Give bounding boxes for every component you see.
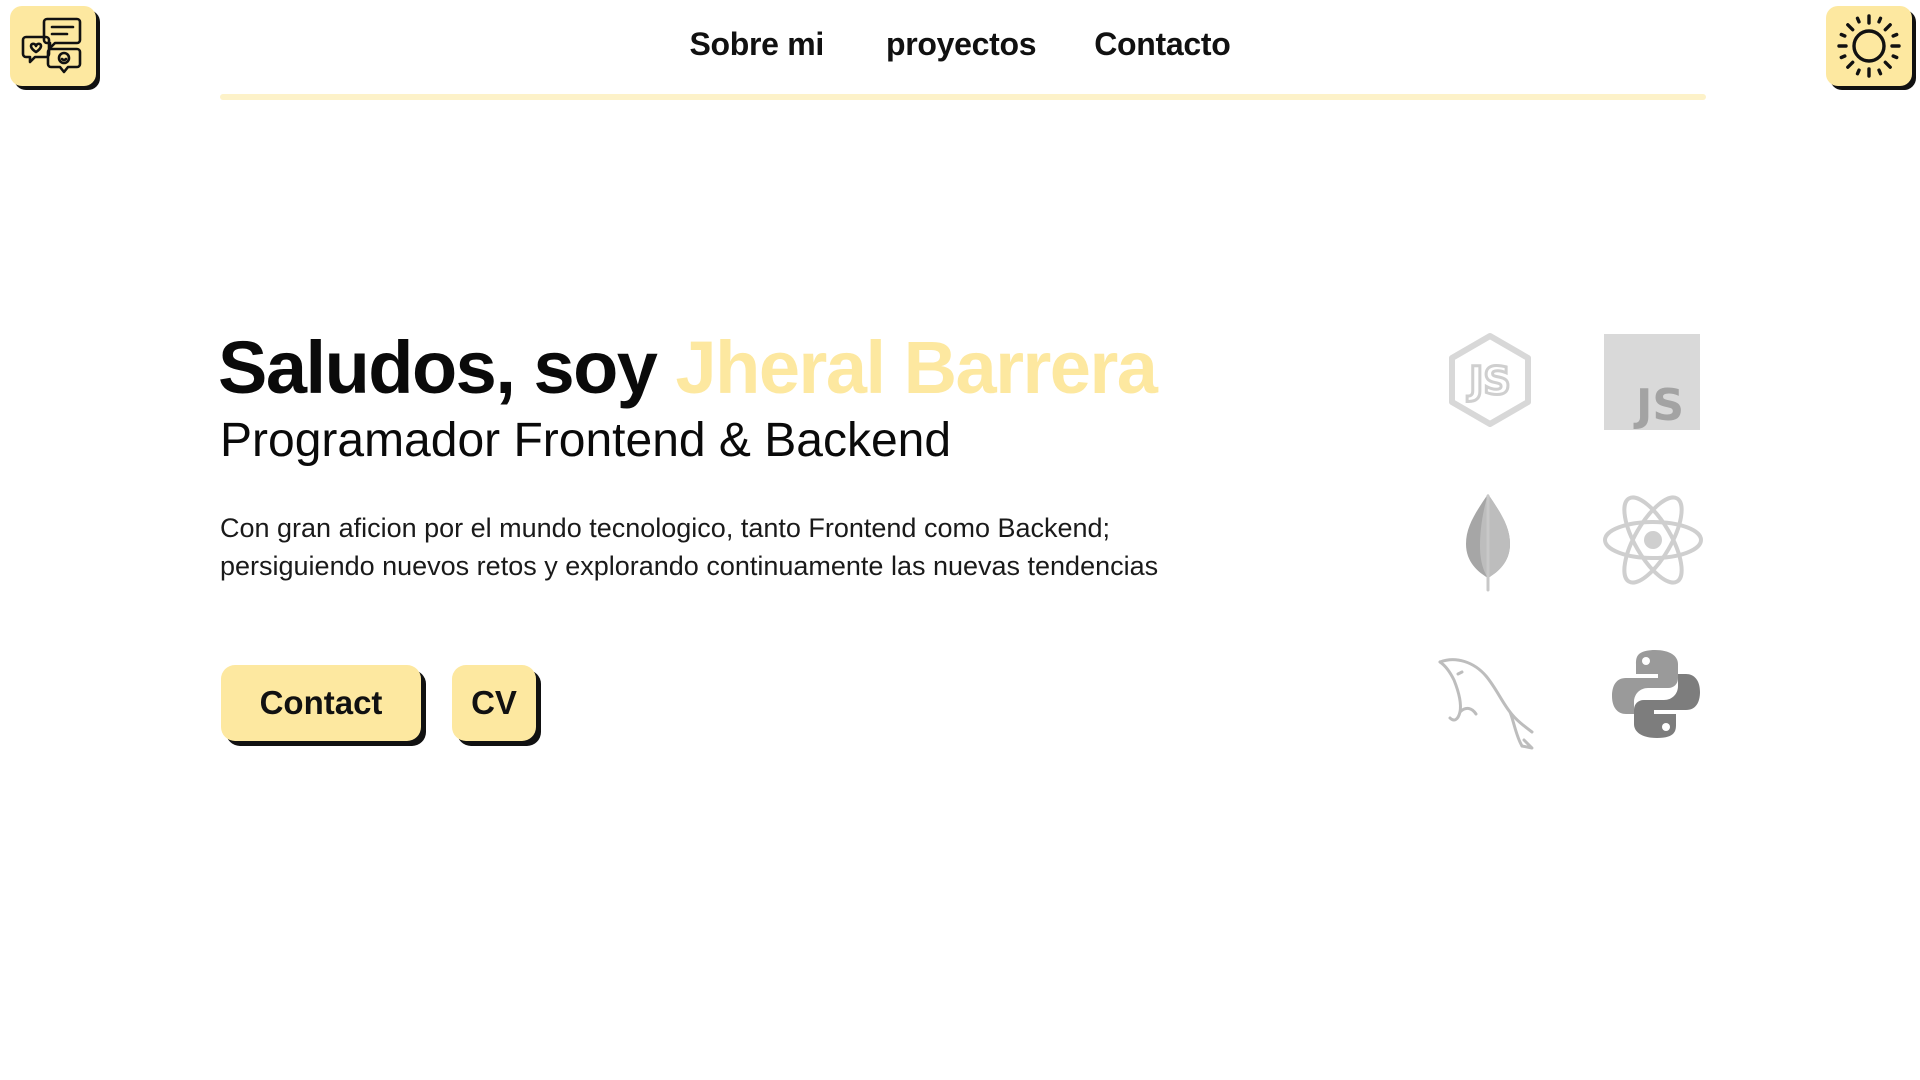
hero-subtitle: Programador Frontend & Backend [220, 414, 952, 467]
theme-toggle-button[interactable] [1826, 6, 1912, 86]
nodejs-icon: JS [1442, 332, 1538, 428]
sun-icon [1837, 14, 1901, 78]
page: Sobre mi proyectos Contacto Saludos, soy [0, 0, 1920, 1080]
nav-contacto[interactable]: Contacto [1094, 20, 1231, 68]
nodejs-label: JS [1466, 359, 1511, 403]
cv-button[interactable]: CV [452, 665, 536, 741]
nav-divider [220, 94, 1706, 100]
react-icon [1600, 492, 1706, 588]
javascript-icon: JS [1604, 334, 1700, 430]
hero-description: Con gran aficion por el mundo tecnologic… [220, 513, 1159, 581]
javascript-label: JS [1633, 380, 1684, 430]
hero-name: Jheral Barrera [675, 326, 1158, 409]
nav-proyectos[interactable]: proyectos [886, 20, 1037, 68]
contact-button[interactable]: Contact [221, 665, 421, 741]
hero-greeting: Saludos, soy [218, 326, 658, 409]
mysql-icon [1436, 650, 1536, 750]
hero-title: Saludos, soy Jheral Barrera [218, 322, 1158, 414]
top-nav: Sobre mi proyectos Contacto [0, 20, 1920, 68]
nav-sobre-mi[interactable]: Sobre mi [689, 20, 824, 68]
mongodb-icon [1458, 492, 1518, 592]
python-icon [1608, 646, 1704, 742]
